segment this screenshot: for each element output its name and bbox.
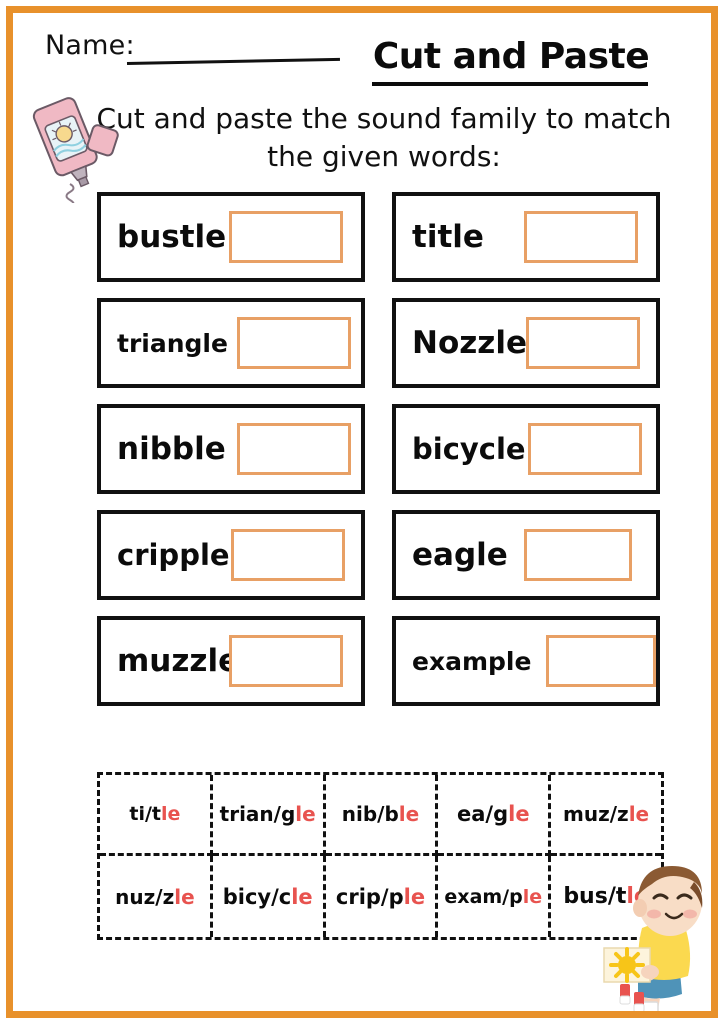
word-box[interactable]: bicycle (392, 404, 660, 494)
word-box-grid: bustle triangle nibble cripple muzzle ti… (97, 192, 667, 732)
word-label: cripple (117, 537, 230, 572)
word-box[interactable]: muzzle (97, 616, 365, 706)
word-box[interactable]: cripple (97, 510, 365, 600)
word-label: Nozzle (412, 324, 527, 361)
answer-slot[interactable] (546, 635, 656, 687)
answer-slot[interactable] (528, 423, 642, 475)
name-label: Name: (45, 30, 135, 61)
glue-bottle-icon (32, 97, 119, 203)
answer-slot[interactable] (229, 211, 343, 263)
cutout-stem: crip/p (335, 884, 404, 909)
cutout-stem: muz/z (563, 802, 629, 826)
page-title: Cut and Paste (372, 36, 650, 77)
cutout-tile[interactable]: crip/p le (326, 856, 439, 937)
cutout-tile[interactable]: nib/b le (325, 775, 439, 856)
answer-slot[interactable] (229, 635, 343, 687)
word-box[interactable]: example (392, 616, 660, 706)
cutout-tile[interactable]: exam/p le (438, 856, 552, 937)
worksheet-page: Name: Cut and Paste Cut and paste the so… (0, 0, 724, 1024)
word-label: title (412, 218, 484, 255)
word-box[interactable]: title (392, 192, 660, 282)
cutout-stem: ti/t (129, 803, 161, 825)
cutout-suffix: le (398, 802, 420, 826)
answer-slot[interactable] (231, 529, 345, 581)
cutout-stem: exam/p (444, 885, 523, 908)
word-column-right: title Nozzle bicycle eagle example (392, 192, 660, 722)
cutout-tile[interactable]: ea/g le (438, 775, 552, 856)
word-label: nibble (117, 430, 226, 467)
word-label: bicycle (412, 431, 526, 466)
cutout-suffix: le (161, 803, 181, 825)
cutout-stem: nuz/z (115, 884, 175, 909)
word-box[interactable]: triangle (97, 298, 365, 388)
cutout-tile[interactable]: trian/g le (212, 775, 326, 856)
cutout-suffix: le (291, 884, 313, 909)
word-box[interactable]: bustle (97, 192, 365, 282)
instructions-text: Cut and paste the sound family to match … (96, 102, 672, 173)
cutout-tile[interactable]: bicy/c le (213, 856, 326, 937)
cutout-stem: trian/g (219, 802, 296, 826)
cutout-suffix: le (403, 884, 426, 909)
answer-slot[interactable] (524, 211, 638, 263)
cutout-tile[interactable]: muz/z le (551, 775, 661, 856)
cutout-suffix: le (628, 802, 650, 826)
answer-slot[interactable] (237, 317, 351, 369)
word-box[interactable]: nibble (97, 404, 365, 494)
boy-with-sun-cutout-icon (603, 866, 703, 1015)
cutout-tile-grid: ti/t le trian/g le nib/b le ea/g le muz/z le … (97, 772, 664, 940)
answer-slot[interactable] (237, 423, 351, 475)
answer-slot[interactable] (524, 529, 632, 581)
word-box[interactable]: eagle (392, 510, 660, 600)
cutout-suffix: le (295, 802, 316, 826)
cutout-stem: bicy/c (222, 884, 292, 909)
word-label: example (412, 646, 532, 676)
cutout-row: nuz/z le bicy/c le crip/p le exam/p le bus/t… (100, 856, 661, 937)
cutout-suffix: le (174, 884, 195, 909)
cutout-suffix: le (508, 802, 530, 826)
answer-slot[interactable] (526, 317, 640, 369)
cutout-tile[interactable]: nuz/z le (100, 856, 213, 937)
cutout-stem: ea/g (457, 802, 509, 826)
word-label: triangle (117, 328, 228, 358)
word-column-left: bustle triangle nibble cripple muzzle (97, 192, 365, 722)
cutout-stem: nib/b (341, 802, 399, 826)
word-label: muzzle (117, 642, 240, 679)
word-label: eagle (412, 536, 508, 573)
word-label: bustle (117, 218, 227, 255)
word-box[interactable]: Nozzle (392, 298, 660, 388)
cutout-row: ti/t le trian/g le nib/b le ea/g le muz/z le (100, 775, 661, 856)
cutout-suffix: le (522, 885, 543, 908)
cutout-tile[interactable]: ti/t le (100, 775, 213, 856)
title-underline (372, 82, 648, 86)
